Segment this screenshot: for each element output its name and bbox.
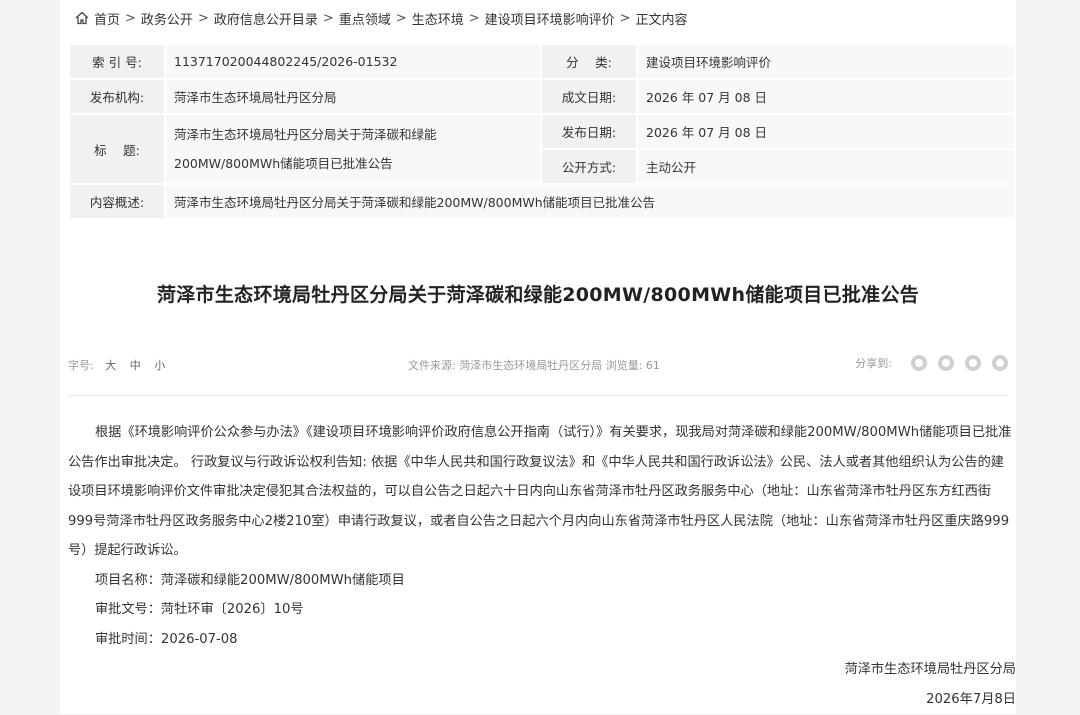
share-label: 分享到: [855,357,892,370]
approval-time-line: 审批时间：2026-07-08 [95,631,238,647]
breadcrumb-separator: > [322,10,334,26]
created-date-label: 成文日期: [542,80,636,113]
index-value: 113717020044802245/2026-01532 [166,45,540,78]
disclosure-mode-value: 主动公开 [638,150,1014,183]
font-size-switcher: 字号: 大 中 小 [68,357,175,373]
article-toolbar: 字号: 大 中 小 文件来源: 菏泽市生态环境局牡丹区分局 浏览量: 61 分享… [68,355,1008,375]
breadcrumb-separator: > [395,10,407,26]
approval-number-line: 审批文号：菏牡环审〔2026〕10号 [95,602,304,617]
meta-row: 标 题: 菏泽市生态环境局牡丹区分局关于菏泽碳和绿能200MW/800MWh储能… [70,115,1014,183]
meta-row: 发布机构: 菏泽市生态环境局牡丹区分局 成文日期: 2026 年 07 月 08… [70,80,1014,113]
breadcrumb-separator: > [125,10,136,26]
divider [68,395,1008,396]
breadcrumb: 首页 > 政务公开 > 政府信息公开目录 > 重点领域 > 生态环境 > 建设项… [74,8,688,28]
page-container: 首页 > 政务公开 > 政府信息公开目录 > 重点领域 > 生态环境 > 建设项… [60,0,1016,714]
meta-row: 内容概述: 菏泽市生态环境局牡丹区分局关于菏泽碳和绿能200MW/800MWh储… [70,185,1014,218]
title-value: 菏泽市生态环境局牡丹区分局关于菏泽碳和绿能200MW/800MWh储能项目已批准… [174,127,437,171]
wechat-share-icon[interactable] [911,355,927,371]
summary-value: 菏泽市生态环境局牡丹区分局关于菏泽碳和绿能200MW/800MWh储能项目已批准… [166,185,1014,218]
title-label: 标 题: [70,115,164,183]
category-value: 建设项目环境影响评价 [638,45,1014,78]
disclosure-mode-label: 公开方式: [542,150,636,183]
index-label: 索 引 号: [70,45,164,78]
source-and-views: 文件来源: 菏泽市生态环境局牡丹区分局 浏览量: 61 [408,359,660,372]
publish-date-value: 2026 年 07 月 08 日 [638,115,1014,148]
breadcrumb-key-areas[interactable]: 重点领域 [339,9,391,28]
project-name-line: 项目名称：菏泽碳和绿能200MW/800MWh储能项目 [95,572,405,588]
signature-date: 2026年7月8日 [926,692,1016,707]
weibo-share-icon[interactable] [938,355,954,371]
breadcrumb-gov-open[interactable]: 政务公开 [141,9,193,28]
breadcrumb-separator: > [468,10,480,26]
signature-org: 菏泽市生态环境局牡丹区分局 [844,662,1016,677]
signature-block: 菏泽市生态环境局牡丹区分局 2026年7月8日 [845,655,1016,715]
font-medium-button[interactable]: 中 [130,359,141,372]
share-bar: 分享到: [855,355,1008,371]
breadcrumb-catalog[interactable]: 政府信息公开目录 [214,9,318,28]
publisher-value: 菏泽市生态环境局牡丹区分局 [166,80,540,113]
article-body: 根据《环境影响评价公众参与办法》《建设项目环境影响评价政府信息公开指南（试行）》… [68,418,1012,654]
breadcrumb-home[interactable]: 首页 [94,9,120,28]
home-icon[interactable] [74,10,90,26]
breadcrumb-current: 正文内容 [635,12,688,28]
font-large-button[interactable]: 大 [105,359,116,372]
meta-row: 索 引 号: 113717020044802245/2026-01532 分 类… [70,45,1014,78]
qq-share-icon[interactable] [965,355,981,371]
publish-date-label: 发布日期: [542,115,636,148]
created-date-value: 2026 年 07 月 08 日 [638,80,1014,113]
font-size-label: 字号: [68,359,94,372]
document-meta-table: 索 引 号: 113717020044802245/2026-01532 分 类… [68,43,1016,220]
breadcrumb-ecology[interactable]: 生态环境 [412,9,464,28]
title-value-cell: 菏泽市生态环境局牡丹区分局关于菏泽碳和绿能200MW/800MWh储能项目已批准… [166,115,540,183]
category-label: 分 类: [542,45,636,78]
publisher-label: 发布机构: [70,80,164,113]
qzone-share-icon[interactable] [992,355,1008,371]
breadcrumb-separator: > [619,10,631,26]
summary-label: 内容概述: [70,185,164,218]
breadcrumb-eia[interactable]: 建设项目环境影响评价 [485,9,615,28]
breadcrumb-separator: > [197,10,209,26]
font-small-button[interactable]: 小 [154,359,165,372]
body-paragraph: 根据《环境影响评价公众参与办法》《建设项目环境影响评价政府信息公开指南（试行）》… [68,425,1012,558]
document-title: 菏泽市生态环境局牡丹区分局关于菏泽碳和绿能200MW/800MWh储能项目已批准… [156,284,920,306]
